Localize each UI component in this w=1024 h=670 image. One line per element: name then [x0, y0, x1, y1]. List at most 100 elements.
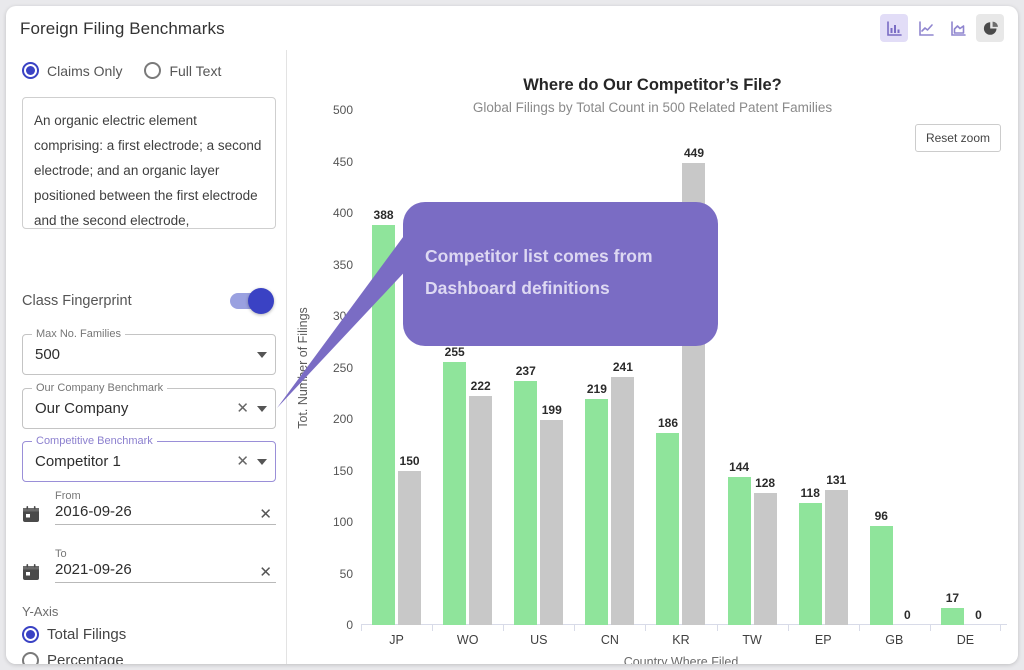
radio-total-filings-label: Total Filings: [47, 626, 127, 643]
bar[interactable]: 17: [940, 591, 964, 625]
bar-value-label: 449: [683, 145, 704, 160]
radio-claims-only[interactable]: Claims Only: [22, 62, 122, 79]
area-chart-icon[interactable]: [944, 14, 972, 42]
competitive-benchmark-icons: ✕: [236, 454, 267, 469]
bar-group: 96 0 GB: [858, 110, 930, 647]
clear-icon[interactable]: ✕: [236, 401, 249, 416]
our-company-benchmark-select[interactable]: Our Company Benchmark Our Company ✕: [22, 382, 276, 429]
bar-value-label: 241: [612, 359, 633, 374]
competitive-benchmark-legend: Competitive Benchmark: [32, 435, 157, 447]
bar-group: 237 199 US: [503, 110, 574, 647]
clear-icon[interactable]: ✕: [259, 507, 272, 522]
clear-icon[interactable]: ✕: [236, 454, 249, 469]
y-axis-tick: 450: [332, 154, 353, 169]
bar-groups: 388 150 JP 255 222 WO 237 199 US 219 241 CN 186 449 KR…: [361, 110, 1002, 647]
x-axis-tick: US: [530, 633, 548, 647]
radio-percentage[interactable]: Percentage: [22, 652, 126, 664]
bar[interactable]: 237: [514, 364, 538, 625]
bar[interactable]: 255: [443, 345, 467, 625]
bar-value-label: 131: [826, 473, 847, 488]
our-company-benchmark-value: Our Company: [35, 400, 129, 417]
bar[interactable]: 219: [585, 382, 609, 625]
bar[interactable]: 150: [398, 454, 422, 625]
class-fingerprint-label: Class Fingerprint: [22, 293, 132, 309]
radio-full-text-indicator[interactable]: [144, 62, 162, 79]
bar-chart-icon[interactable]: [880, 14, 908, 42]
chart-title: Where do Our Competitor’s File?: [523, 76, 782, 94]
bar-group: 17 0 DE: [929, 110, 1002, 647]
max-families-value: 500: [35, 346, 61, 363]
bar-value-label: 150: [399, 453, 420, 468]
x-axis-tick: JP: [389, 633, 404, 647]
bar-value-label: 219: [586, 382, 607, 397]
bar[interactable]: 144: [727, 460, 751, 625]
date-from-underline: [55, 524, 276, 525]
bar-value-label: 199: [541, 403, 562, 418]
chevron-down-icon[interactable]: [257, 458, 267, 465]
y-axis-tick: 100: [332, 515, 353, 529]
bar[interactable]: 222: [469, 379, 493, 625]
our-company-benchmark-icons: ✕: [236, 401, 267, 416]
radio-claims-only-indicator[interactable]: [22, 62, 39, 79]
date-to-field[interactable]: To 2021-09-26 ✕: [22, 548, 276, 592]
chevron-down-icon[interactable]: [257, 405, 267, 412]
date-from-field[interactable]: From 2016-09-26 ✕: [22, 490, 276, 534]
x-axis-tick: CN: [600, 633, 619, 647]
x-axis-tick: DE: [956, 633, 975, 647]
bar[interactable]: 186: [656, 416, 680, 625]
pie-chart-icon[interactable]: [976, 14, 1004, 42]
sidebar: Claims Only Full Text An organic electri…: [6, 50, 287, 664]
date-from-label: From: [55, 490, 81, 502]
bar-group: 118 131 EP: [787, 110, 859, 647]
x-axis-tick: TW: [742, 633, 762, 647]
calendar-icon[interactable]: [22, 505, 40, 523]
bar-group: 219 241 CN: [574, 110, 645, 647]
chevron-down-icon[interactable]: [257, 351, 267, 358]
claim-text-area[interactable]: An organic electric element comprising: …: [22, 97, 276, 229]
callout-line-2: Dashboard definitions: [425, 278, 610, 298]
radio-total-filings-indicator[interactable]: [22, 626, 39, 643]
bar-value-label: 144: [729, 459, 750, 474]
x-axis-tick: KR: [672, 633, 690, 647]
plot-area[interactable]: Tot. Number of Filings 0 50 100 150 200 250 30…: [296, 103, 1007, 664]
radio-percentage-label: Percentage: [47, 652, 124, 664]
y-axis-tick: 150: [332, 463, 353, 478]
date-to-value[interactable]: 2021-09-26: [55, 561, 132, 578]
our-company-benchmark-legend: Our Company Benchmark: [32, 382, 168, 394]
bar[interactable]: 128: [753, 476, 777, 625]
max-families-select[interactable]: Max No. Families 500: [22, 328, 276, 375]
clear-icon[interactable]: ✕: [259, 565, 272, 580]
bar-group: 255 222 WO: [432, 110, 503, 647]
class-fingerprint-toggle[interactable]: [230, 288, 274, 314]
y-axis-tick: 200: [332, 412, 353, 426]
radio-total-filings[interactable]: Total Filings: [22, 626, 126, 643]
line-chart-icon[interactable]: [912, 14, 940, 42]
bar-value-label: 118: [800, 486, 820, 501]
radio-full-text[interactable]: Full Text: [144, 62, 221, 79]
date-from-value[interactable]: 2016-09-26: [55, 503, 132, 520]
y-axis-group-label: Y-Axis: [22, 604, 59, 619]
calendar-icon[interactable]: [22, 563, 40, 581]
bar[interactable]: 118: [798, 486, 822, 625]
bar-group: 144 128 TW: [716, 110, 788, 647]
bar-value-label: 0: [903, 608, 911, 622]
competitive-benchmark-select[interactable]: Competitive Benchmark Competitor 1 ✕: [22, 435, 276, 482]
class-fingerprint-row: Class Fingerprint: [22, 288, 274, 314]
bar-group: 186 449 KR: [645, 110, 716, 647]
x-axis-tick: EP: [814, 633, 832, 647]
search-mode-radio-group: Claims Only Full Text: [22, 62, 221, 79]
bar-value-label: 222: [470, 379, 491, 394]
radio-claims-only-label: Claims Only: [47, 62, 123, 79]
date-to-label: To: [55, 548, 67, 560]
bar[interactable]: 241: [611, 360, 635, 625]
toggle-knob: [248, 288, 274, 314]
bar[interactable]: 96: [869, 509, 893, 625]
y-axis-radio-group: Y-Axis Total Filings Percentage: [22, 604, 126, 664]
radio-full-text-label: Full Text: [169, 62, 222, 79]
app-window: Foreign Filing Benchmarks Claims Only Fu…: [6, 6, 1018, 664]
radio-percentage-indicator[interactable]: [22, 652, 39, 664]
bar[interactable]: 131: [824, 473, 848, 625]
bar[interactable]: 199: [540, 403, 564, 625]
bar-value-label: 255: [444, 345, 465, 360]
x-axis-tick: WO: [456, 633, 479, 647]
